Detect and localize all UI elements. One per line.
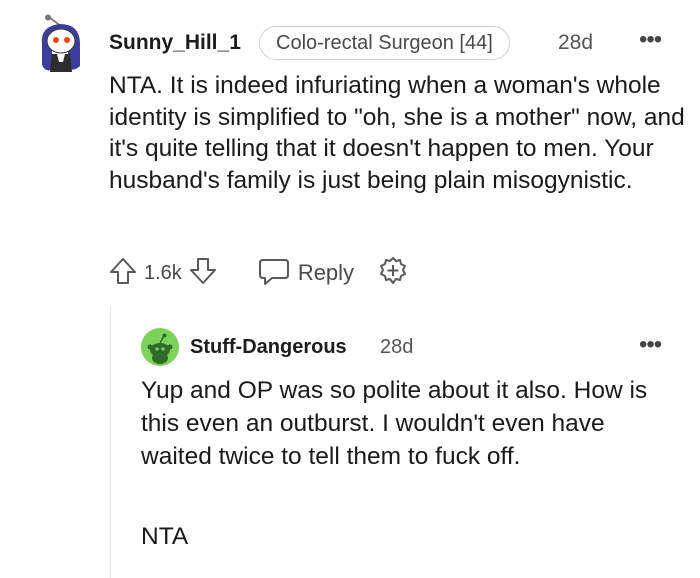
flair-text: Colo-rectal Surgeon [44] bbox=[276, 31, 493, 54]
reply-timestamp: 28d bbox=[380, 336, 414, 358]
more-options-icon[interactable]: ••• bbox=[639, 26, 662, 54]
reply-body-paragraph: Yup and OP was so polite about it also. … bbox=[141, 377, 648, 470]
reply-user-avatar[interactable] bbox=[141, 328, 179, 366]
user-flair: Colo-rectal Surgeon [44] bbox=[259, 26, 510, 60]
reply-username[interactable]: Stuff-Dangerous bbox=[190, 336, 347, 359]
user-avatar[interactable] bbox=[36, 14, 86, 74]
reply-button[interactable]: Reply bbox=[258, 256, 354, 291]
downvote-icon[interactable] bbox=[188, 256, 218, 291]
vote-count: 1.6k bbox=[144, 261, 182, 284]
reply-body-paragraph: NTA bbox=[141, 523, 189, 550]
comment-actions: 1.6k Reply bbox=[108, 256, 408, 290]
award-plus-icon[interactable] bbox=[378, 256, 408, 291]
upvote-icon[interactable] bbox=[108, 256, 138, 291]
comment-username[interactable]: Sunny_Hill_1 bbox=[109, 31, 241, 55]
more-options-icon[interactable]: ••• bbox=[639, 331, 662, 359]
comment-body: NTA. It is indeed infuriating when a wom… bbox=[109, 72, 685, 194]
reply-bubble-icon bbox=[258, 256, 290, 291]
reply-label: Reply bbox=[297, 260, 355, 285]
thread-line[interactable] bbox=[110, 305, 111, 578]
comment-timestamp: 28d bbox=[558, 31, 594, 54]
snoo-avatar-icon bbox=[141, 328, 179, 366]
snoo-avatar-icon bbox=[41, 14, 80, 72]
